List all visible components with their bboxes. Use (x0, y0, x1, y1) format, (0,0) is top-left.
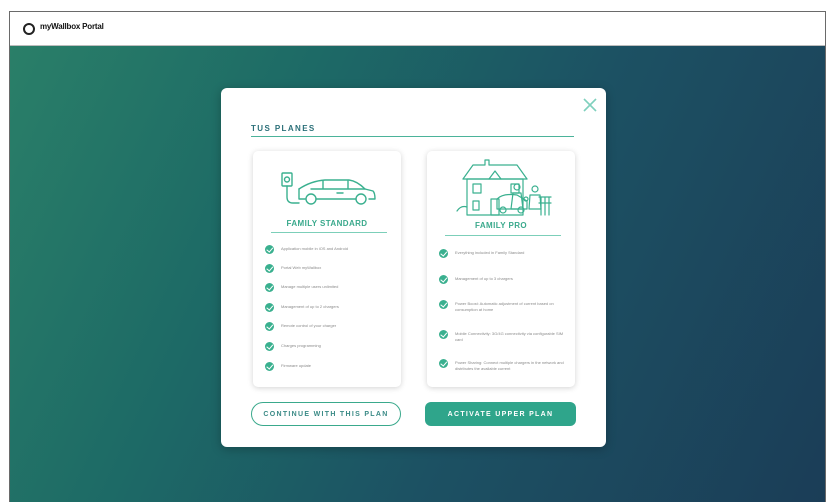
check-icon (265, 342, 274, 351)
feature-item: Management of up to 3 chargers (439, 275, 567, 284)
check-icon (265, 283, 274, 292)
feature-item: Application mobile in iOS and Android (265, 245, 393, 254)
feature-item: Everything included in Family Standard (439, 249, 567, 258)
feature-item: Portal Web myWallbox (265, 264, 393, 273)
plan-card-family-standard: FAMILY STANDARD Application mobile in iO… (253, 151, 401, 387)
feature-item: Charges programming (265, 342, 393, 351)
plan-divider (271, 232, 387, 233)
title-bar: myWallbox Portal (10, 12, 825, 46)
plan-name-pro: FAMILY PRO (474, 221, 527, 230)
check-icon (439, 300, 448, 309)
feature-item: Power Boost: Automatic adjustment of cur… (439, 300, 567, 312)
check-icon (439, 359, 448, 368)
check-icon (265, 245, 274, 254)
plan-divider (445, 235, 561, 236)
activate-upper-plan-button[interactable]: ACTIVATE UPPER PLAN (425, 402, 576, 426)
heading-divider (251, 136, 574, 137)
check-icon (265, 264, 274, 273)
continue-plan-button[interactable]: CONTINUE WITH THIS PLAN (251, 402, 401, 426)
check-icon (439, 330, 448, 339)
check-icon (265, 303, 274, 312)
feature-item: Power Sharing: Connect multiple chargers… (439, 359, 567, 371)
check-icon (439, 249, 448, 258)
feature-item: Firmware update (265, 362, 393, 371)
check-icon (265, 322, 274, 331)
plan-name-standard: FAMILY STANDARD (286, 219, 368, 228)
plans-modal: TUS PLANES FAMILY STANDARD Application m… (221, 88, 606, 447)
car-charging-icon (281, 172, 376, 205)
plan-card-family-pro: FAMILY PRO Everything included in Family… (427, 151, 575, 387)
feature-item: Mobile Connectivity: 3G/4G connectivity … (439, 330, 567, 342)
window-title: myWallbox Portal (40, 22, 104, 31)
family-house-icon (456, 159, 552, 216)
plans-heading: TUS PLANES (251, 124, 316, 133)
check-icon (265, 362, 274, 371)
feature-item: Manage multiple users unlimited (265, 283, 393, 292)
close-icon[interactable] (582, 97, 598, 113)
app-circle-icon (23, 23, 35, 35)
feature-item: Management of up to 2 chargers (265, 303, 393, 312)
check-icon (439, 275, 448, 284)
feature-item: Remote control of your charger (265, 322, 393, 331)
